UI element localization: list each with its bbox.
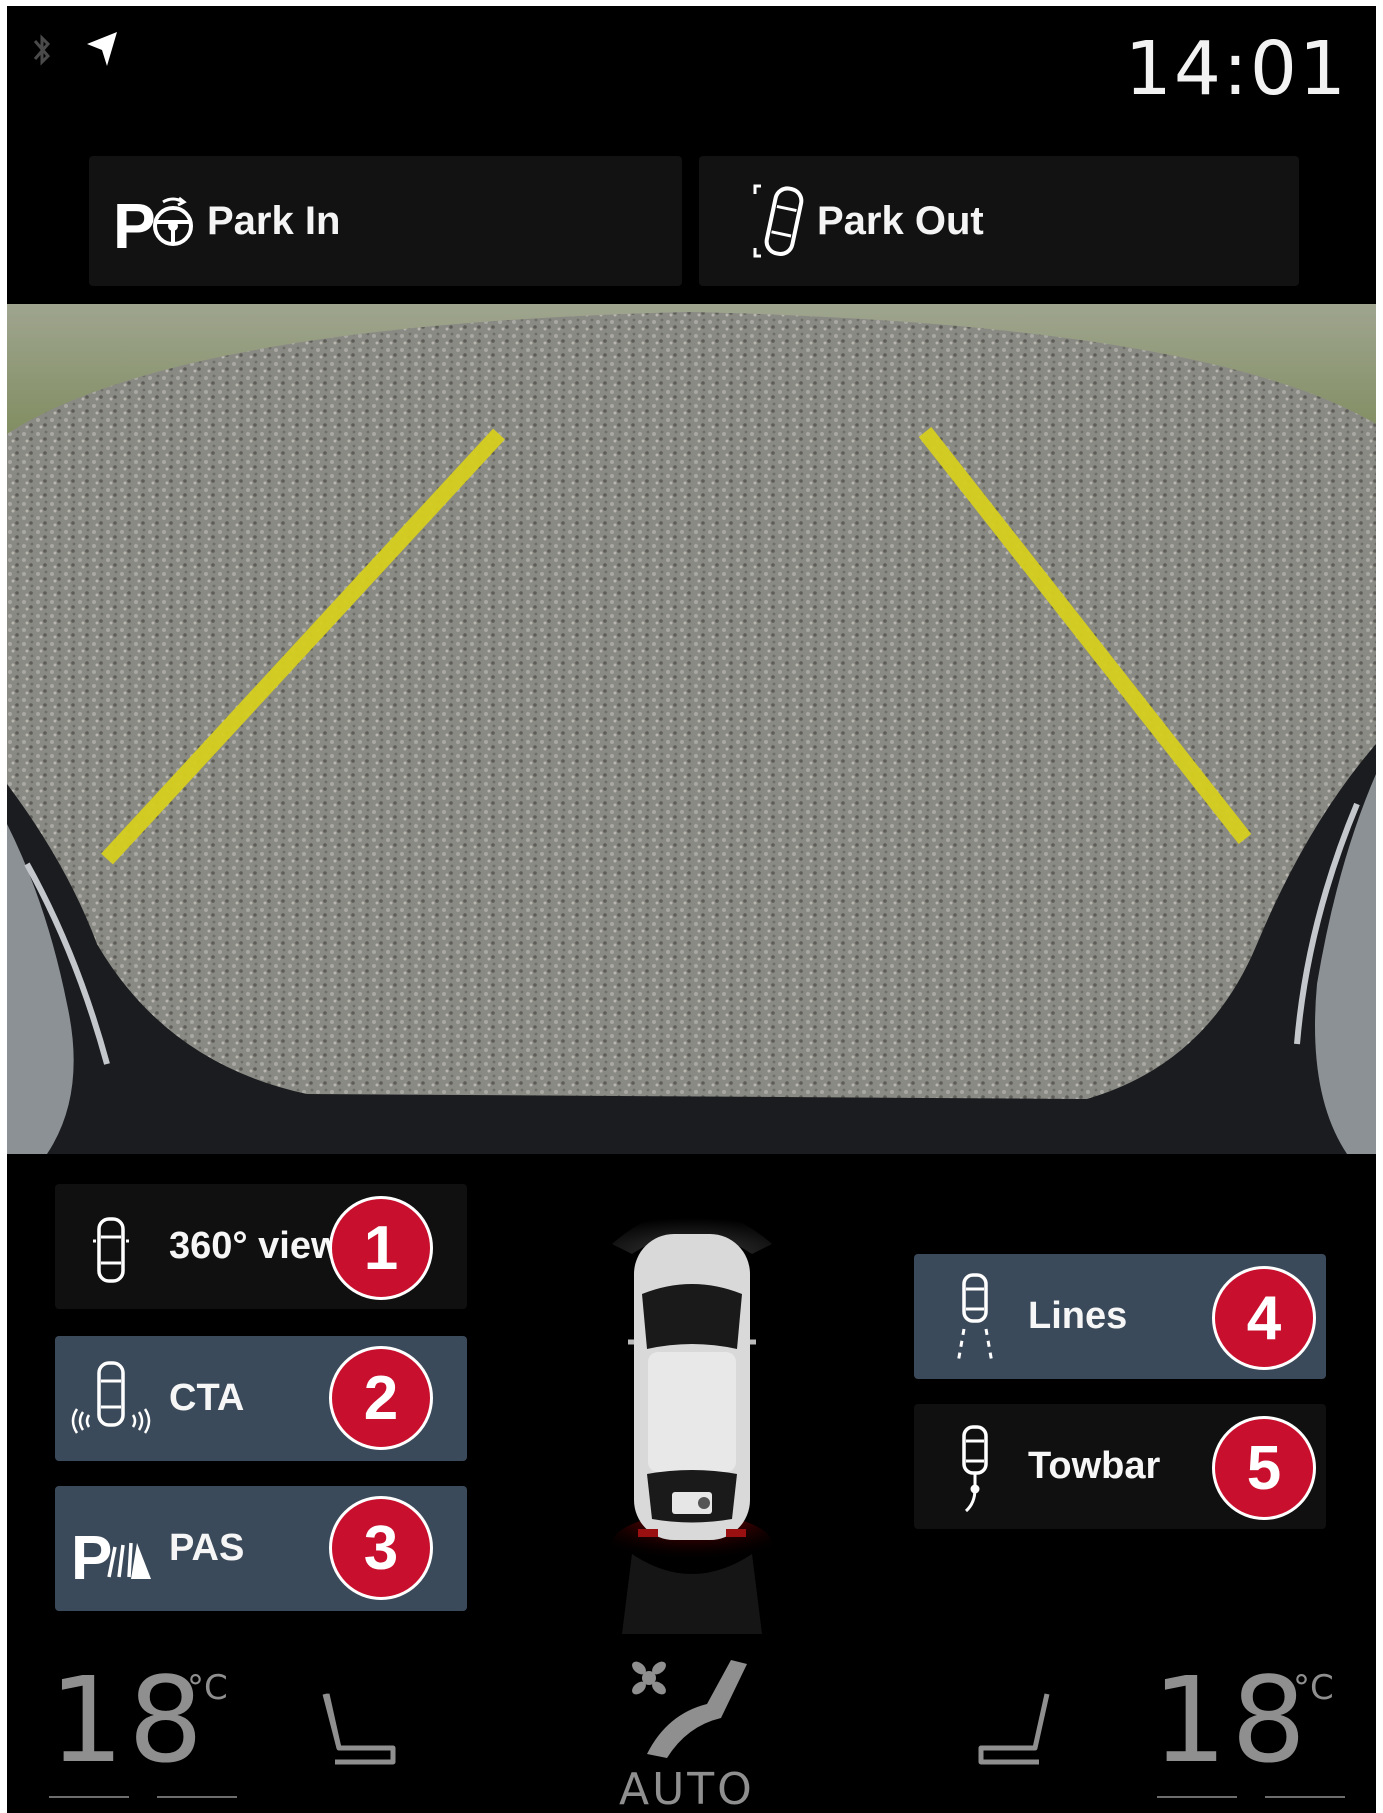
guide-lines-icon — [956, 1272, 994, 1363]
cross-traffic-alert-icon — [71, 1360, 151, 1434]
right-temp-divider-2 — [1265, 1796, 1345, 1798]
fan-airflow-icon[interactable] — [627, 1654, 757, 1764]
park-assist-sensor-icon: P — [71, 1524, 151, 1593]
callout-badge-4: 4 — [1212, 1266, 1316, 1370]
svg-text:P: P — [113, 190, 156, 262]
left-seat-heat-icon[interactable] — [317, 1686, 407, 1776]
car-top-icon — [93, 1216, 129, 1283]
towbar-icon — [962, 1424, 988, 1512]
park-in-button[interactable]: P Park In — [89, 156, 682, 286]
car-sensor-overview — [612, 1209, 772, 1634]
status-bar: 14:01 — [7, 6, 1376, 126]
callout-badge-2: 2 — [329, 1346, 433, 1450]
left-temperature-unit: °C — [187, 1668, 228, 1708]
navigation-arrow-icon — [87, 32, 117, 66]
callout-badge-1: 1 — [329, 1196, 433, 1300]
park-out-button[interactable]: Park Out — [699, 156, 1299, 286]
clock: 14:01 — [1124, 26, 1348, 112]
left-temp-divider-2 — [157, 1796, 237, 1798]
park-out-car-icon — [753, 184, 804, 258]
lines-label: Lines — [1028, 1295, 1128, 1337]
cta-label: CTA — [169, 1377, 245, 1419]
park-out-label: Park Out — [817, 198, 984, 243]
rear-camera-view[interactable] — [7, 304, 1376, 1154]
svg-text:P: P — [71, 1524, 112, 1593]
right-temperature[interactable]: 18 — [1152, 1661, 1310, 1779]
callout-badge-3: 3 — [329, 1496, 433, 1600]
towbar-label: Towbar — [1028, 1445, 1161, 1487]
pas-label: PAS — [169, 1527, 245, 1569]
park-in-label: Park In — [207, 198, 341, 243]
right-seat-heat-icon[interactable] — [967, 1686, 1057, 1776]
left-temperature[interactable]: 18 — [49, 1661, 207, 1779]
park-assist-steering-icon: P — [113, 190, 193, 262]
fan-mode-label: AUTO — [619, 1764, 755, 1813]
right-temperature-unit: °C — [1293, 1668, 1334, 1708]
callout-badge-5: 5 — [1212, 1416, 1316, 1520]
right-temp-divider — [1157, 1796, 1237, 1798]
bluetooth-icon — [33, 34, 51, 66]
infotainment-screen: 14:01 P Park In Park Out 360° view 1 CTA… — [7, 6, 1376, 1813]
left-temp-divider — [49, 1796, 129, 1798]
view-360-label: 360° view — [169, 1225, 341, 1267]
